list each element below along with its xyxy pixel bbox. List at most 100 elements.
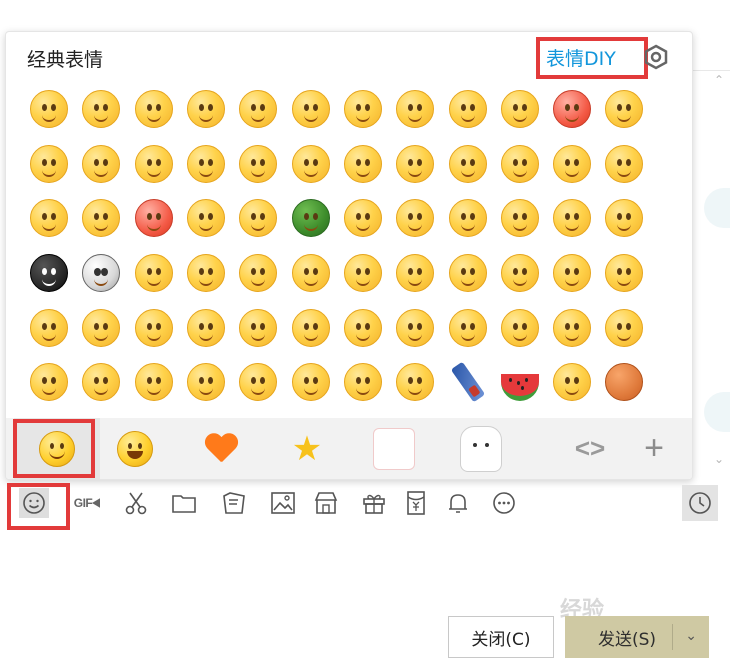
emoji-crying[interactable] [284, 82, 336, 137]
emoji-think[interactable] [494, 191, 546, 246]
emoji-shy-blush[interactable] [494, 246, 546, 301]
emoji-giggle[interactable] [441, 137, 493, 192]
emoji-fire[interactable] [598, 82, 650, 137]
emoji-shock[interactable] [546, 137, 598, 192]
emoji-fury[interactable] [284, 300, 336, 355]
screenshot-scissors-button[interactable] [121, 488, 151, 518]
emoji-watermelon[interactable] [494, 355, 546, 410]
emoji-blah[interactable] [389, 300, 441, 355]
emoji-red-mad[interactable] [128, 191, 180, 246]
emoji-wink[interactable] [232, 300, 284, 355]
emoji-smirk[interactable] [75, 191, 127, 246]
emoji-doze[interactable] [494, 82, 546, 137]
file-button[interactable] [169, 488, 199, 518]
sob-icon [82, 308, 121, 347]
tab-yellow-face[interactable] [92, 418, 178, 479]
emoji-confused[interactable] [598, 137, 650, 192]
emoji-shush[interactable] [284, 246, 336, 301]
red-packet-button[interactable] [401, 488, 431, 518]
emoji-grin[interactable] [75, 137, 127, 192]
emoji-bleed[interactable] [180, 355, 232, 410]
more-button[interactable] [489, 488, 519, 518]
shop-button[interactable] [311, 488, 341, 518]
emoji-skull[interactable] [75, 246, 127, 301]
send-options-chevron-icon[interactable]: ⌄ [685, 628, 697, 644]
gif-button[interactable]: GIF [70, 488, 104, 518]
emoji-smile[interactable] [23, 82, 75, 137]
emoji-angry-sweat[interactable] [180, 82, 232, 137]
emoji-teary[interactable] [337, 300, 389, 355]
emoji-beer[interactable] [546, 355, 598, 410]
emoji-wipe-sweat-2[interactable] [232, 246, 284, 301]
emoji-sob[interactable] [75, 300, 127, 355]
emoji-puke[interactable] [389, 137, 441, 192]
emoji-bye[interactable] [284, 355, 336, 410]
emoji-button[interactable] [19, 488, 49, 518]
emoji-sweet[interactable] [337, 355, 389, 410]
notification-button[interactable] [443, 488, 473, 518]
emoji-red-angry[interactable] [546, 82, 598, 137]
close-button[interactable]: 关闭(C) [448, 616, 554, 658]
emoji-grin-wide[interactable] [441, 246, 493, 301]
emoji-question[interactable] [441, 191, 493, 246]
emoji-smirk-2[interactable] [180, 300, 232, 355]
emoji-sad[interactable] [180, 137, 232, 192]
tab-star[interactable]: ★ [264, 418, 350, 479]
scroll-up-icon[interactable]: ⌃ [710, 73, 728, 87]
scroll-down-icon[interactable]: ⌄ [710, 452, 728, 466]
emoji-yawn[interactable] [598, 246, 650, 301]
emoji-frown[interactable] [598, 191, 650, 246]
settings-gear-icon[interactable] [643, 44, 669, 70]
emoji-sunglasses[interactable] [232, 82, 284, 137]
emoji-shy[interactable] [75, 82, 127, 137]
emoji-heart-eyes[interactable] [128, 82, 180, 137]
emoji-diy-link[interactable]: 表情DIY [546, 44, 616, 71]
emoji-salute[interactable] [337, 246, 389, 301]
emoji-cool[interactable] [232, 137, 284, 192]
emoji-smug[interactable] [128, 355, 180, 410]
emoji-smile-soft[interactable] [494, 137, 546, 192]
emoji-hammer[interactable] [128, 246, 180, 301]
emoji-drool[interactable] [23, 191, 75, 246]
emoji-surprised[interactable] [128, 137, 180, 192]
emoji-tease[interactable] [180, 246, 232, 301]
emoji-pout[interactable] [598, 300, 650, 355]
emoji-fist-2[interactable] [75, 355, 127, 410]
emoji-turtle[interactable] [284, 191, 336, 246]
history-button[interactable] [682, 485, 718, 521]
emoji-tears-fly[interactable] [546, 300, 598, 355]
emoji-sleepy[interactable] [441, 82, 493, 137]
tab-classic-emoji[interactable] [14, 418, 100, 479]
emoji-dizzy[interactable] [546, 191, 598, 246]
emoji-wipe-sweat[interactable] [180, 191, 232, 246]
emoji-sweat[interactable] [284, 137, 336, 192]
emoji-fist[interactable] [23, 300, 75, 355]
tab-heart[interactable] [178, 418, 264, 479]
emoji-pitiful[interactable] [389, 82, 441, 137]
emoji-yell[interactable] [389, 191, 441, 246]
gift-icon [363, 494, 385, 514]
emoji-blush-lean[interactable] [389, 246, 441, 301]
emoji-tongue[interactable] [23, 137, 75, 192]
emoji-faint[interactable] [128, 300, 180, 355]
add-emoji-button[interactable]: + [611, 418, 692, 479]
emoji-shy-2[interactable] [546, 246, 598, 301]
tab-sticker[interactable] [351, 418, 437, 479]
emoji-hand-cover[interactable] [23, 355, 75, 410]
emoji-joy[interactable] [441, 300, 493, 355]
tab-cat[interactable] [438, 418, 524, 479]
emoji-blush[interactable] [337, 82, 389, 137]
emoji-scold[interactable] [337, 137, 389, 192]
emoji-bandana[interactable] [337, 191, 389, 246]
emoji-knife[interactable] [441, 355, 493, 410]
emoji-scheme[interactable] [494, 300, 546, 355]
emoji-blush-hands[interactable] [389, 355, 441, 410]
send-button[interactable]: 发送(S) ⌄ [565, 616, 709, 658]
screen-capture-button[interactable] [219, 488, 249, 518]
emoji-bomb[interactable] [23, 246, 75, 301]
gift-button[interactable] [359, 488, 389, 518]
emoji-laugh[interactable] [232, 191, 284, 246]
emoji-shout[interactable] [232, 355, 284, 410]
image-button[interactable] [268, 488, 298, 518]
emoji-basketball[interactable] [598, 355, 650, 410]
